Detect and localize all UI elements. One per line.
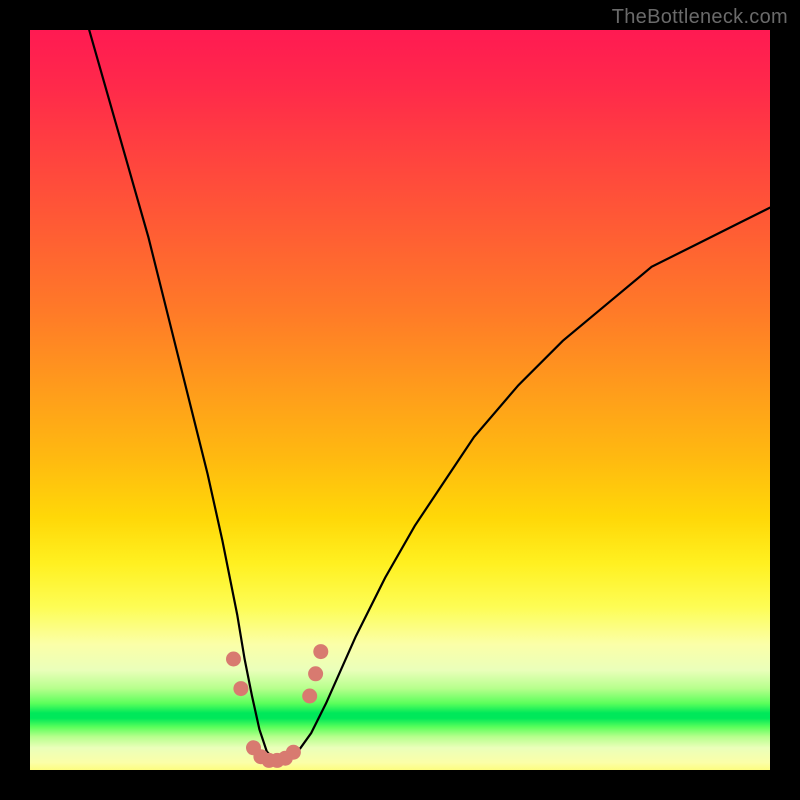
plot-area: [30, 30, 770, 770]
watermark-text: TheBottleneck.com: [612, 6, 788, 29]
chart-frame: TheBottleneck.com: [0, 0, 800, 800]
